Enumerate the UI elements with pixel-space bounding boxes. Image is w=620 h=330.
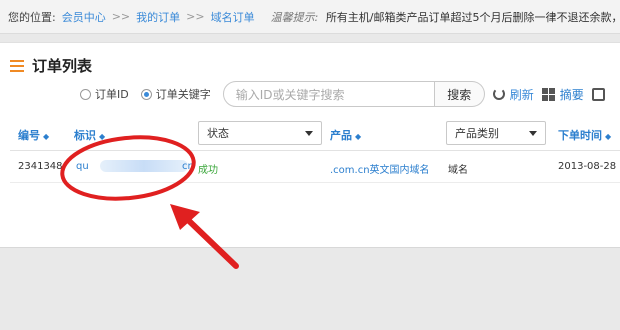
notice-label: 温馨提示: xyxy=(270,10,319,24)
breadcrumb-label: 您的位置: xyxy=(8,10,56,24)
row-order-time: 2013-08-28 xyxy=(558,161,617,172)
breadcrumb-separator: >> xyxy=(111,10,131,23)
radio-dot[interactable] xyxy=(80,88,91,100)
radio-order-keyword-label: 订单关键字 xyxy=(155,88,211,101)
radio-order-keyword[interactable]: 订单关键字 xyxy=(140,86,211,102)
col-order-time-label: 下单时间 xyxy=(558,129,602,142)
breadcrumb-member-center[interactable]: 会员中心 xyxy=(62,9,106,25)
chevron-down-icon xyxy=(529,130,537,136)
col-id-label: 编号 xyxy=(18,129,40,142)
refresh-button[interactable]: 刷新 xyxy=(492,86,534,103)
panel-title: 订单列表 xyxy=(10,55,92,76)
table-header: 编号 ◆ 标识 ◆ 状态 产品 ◆ 产品类别 下单时间 ◆ xyxy=(10,115,620,151)
category-filter-label: 产品类别 xyxy=(455,127,499,140)
radio-dot-selected[interactable] xyxy=(140,88,152,100)
row-category: 域名 xyxy=(448,165,468,176)
row-tag-prefix[interactable]: qu xyxy=(76,161,89,172)
radio-order-id-label: 订单ID xyxy=(95,88,129,101)
col-order-time[interactable]: 下单时间 ◆ xyxy=(558,127,611,143)
status-filter-label: 状态 xyxy=(207,127,229,140)
table-row: 2341348 qu cn 成功 .com.cn英文国内域名 域名 2013-0… xyxy=(10,151,620,183)
blurred-tag xyxy=(100,160,188,172)
list-icon xyxy=(10,59,24,72)
row-tag-suffix[interactable]: cn xyxy=(182,161,194,172)
search-bar: 订单ID 订单关键字 输入ID或关键字搜索 搜索 刷新 摘要 xyxy=(80,81,605,107)
col-tag-label: 标识 xyxy=(74,129,96,142)
summary-label: 摘要 xyxy=(559,87,584,102)
panel-title-text: 订单列表 xyxy=(32,57,93,75)
search-button[interactable]: 搜索 xyxy=(434,81,485,107)
sort-icon: ◆ xyxy=(43,132,50,141)
breadcrumb: 您的位置: 会员中心 >> 我的订单 >> 域名订单 温馨提示: 所有主机/邮箱… xyxy=(0,0,620,34)
refresh-label: 刷新 xyxy=(509,87,534,102)
order-list-panel: 订单列表 订单ID 订单关键字 输入ID或关键字搜索 搜索 刷新 摘要 编号 ◆ … xyxy=(0,42,620,248)
search-input[interactable]: 输入ID或关键字搜索 xyxy=(222,81,435,107)
grid-icon xyxy=(541,87,555,101)
refresh-icon xyxy=(492,88,505,100)
status-filter-select[interactable]: 状态 xyxy=(198,121,322,145)
radio-order-id[interactable]: 订单ID xyxy=(80,86,129,102)
breadcrumb-separator: >> xyxy=(186,10,205,23)
col-product[interactable]: 产品 ◆ xyxy=(330,127,361,143)
notice-text: 温馨提示: 所有主机/邮箱类产品订单超过5个月后删除一律不退还余款，所有 xyxy=(271,9,620,25)
row-status: 成功 xyxy=(198,165,218,176)
col-product-label: 产品 xyxy=(330,129,352,142)
row-id: 2341348 xyxy=(18,161,63,172)
sort-icon: ◆ xyxy=(99,132,106,141)
category-filter-select[interactable]: 产品类别 xyxy=(446,121,546,145)
col-tag[interactable]: 标识 ◆ xyxy=(74,127,105,143)
sort-icon: ◆ xyxy=(355,132,362,141)
summary-button[interactable]: 摘要 xyxy=(541,86,584,103)
breadcrumb-domain-orders[interactable]: 域名订单 xyxy=(211,9,255,25)
row-product[interactable]: .com.cn英文国内域名 xyxy=(330,161,430,176)
chevron-down-icon xyxy=(305,130,313,136)
notice-body: 所有主机/邮箱类产品订单超过5个月后删除一律不退还余款，所有 xyxy=(325,10,620,24)
sort-icon: ◆ xyxy=(605,132,612,141)
export-icon[interactable] xyxy=(591,87,605,101)
breadcrumb-my-orders[interactable]: 我的订单 xyxy=(136,9,180,25)
col-id[interactable]: 编号 ◆ xyxy=(18,127,49,143)
